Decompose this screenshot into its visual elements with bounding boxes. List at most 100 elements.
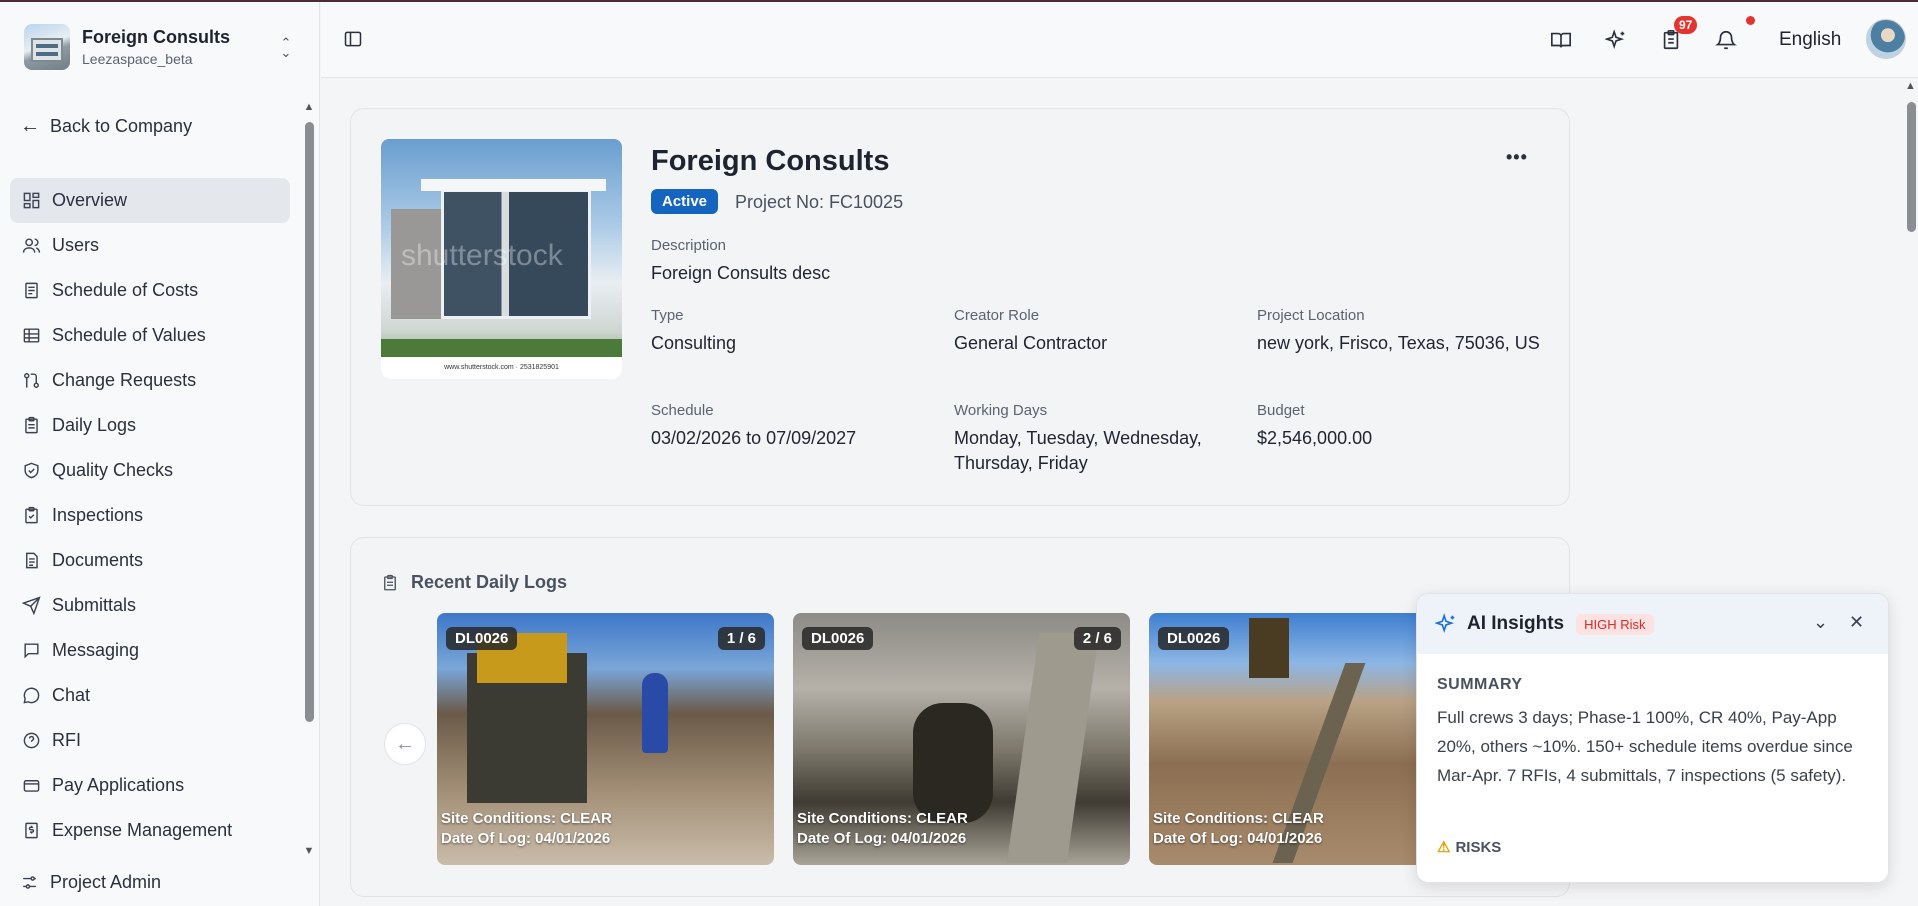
status-badge: Active xyxy=(651,189,719,214)
sidebar-item-inspections[interactable]: Inspections xyxy=(10,493,290,538)
log-date: Date Of Log: 04/01/2026 xyxy=(1153,830,1323,847)
sidebar-item-chat[interactable]: Chat xyxy=(10,673,290,718)
notifications-button[interactable] xyxy=(1715,29,1739,53)
sidebar-item-schedule-of-values[interactable]: Schedule of Values xyxy=(10,313,290,358)
risks-section-header[interactable]: ⚠ RISKS xyxy=(1437,838,1501,857)
company-name: Foreign Consults xyxy=(82,27,230,47)
git-compare-icon xyxy=(20,370,42,392)
close-button[interactable]: ✕ xyxy=(1849,612,1864,633)
file-text-icon xyxy=(20,550,42,572)
sidebar-toggle-button[interactable] xyxy=(343,29,363,49)
sidebar-item-users[interactable]: Users xyxy=(10,223,290,268)
sidebar-item-submittals[interactable]: Submittals xyxy=(10,583,290,628)
sidebar-item-label: Schedule of Costs xyxy=(52,280,199,300)
language-selector[interactable]: English xyxy=(1779,29,1841,51)
sliders-icon xyxy=(20,873,42,892)
sidebar-item-schedule-of-costs[interactable]: Schedule of Costs xyxy=(10,268,290,313)
carousel-prev-button[interactable]: ← xyxy=(384,723,426,765)
chevrons-up-down-icon[interactable]: ⌃ ⌄ xyxy=(276,32,296,62)
clipboard-check-icon xyxy=(20,505,42,527)
sidebar-item-documents[interactable]: Documents xyxy=(10,538,290,583)
description-field: Description Foreign Consults desc xyxy=(651,237,1251,286)
back-to-company-link[interactable]: ← Back to Company xyxy=(20,115,192,138)
sidebar-item-change-requests[interactable]: Change Requests xyxy=(10,358,290,403)
creator-role-field: Creator Role General Contractor xyxy=(954,307,1224,356)
company-logo xyxy=(24,24,70,70)
field-value: 03/02/2026 to 07/09/2027 xyxy=(651,428,857,448)
site-conditions: Site Conditions: CLEAR xyxy=(797,810,968,827)
log-id-tag: DL0026 xyxy=(802,627,874,650)
sidebar-item-expense-management[interactable]: Expense Management xyxy=(10,808,290,853)
help-circle-icon xyxy=(20,730,42,752)
clipboard-icon xyxy=(384,574,396,590)
sidebar-item-label: RFI xyxy=(52,730,81,750)
sidebar-item-label: Chat xyxy=(52,685,91,705)
sidebar-item-daily-logs[interactable]: Daily Logs xyxy=(10,403,290,448)
sidebar-item-label: Users xyxy=(52,235,100,255)
photo-index-tag: 1 / 6 xyxy=(717,627,765,650)
daily-log-photo[interactable]: DL0026 1 / 6 Site Conditions: CLEAR Date… xyxy=(437,613,774,865)
workspace-name: Leezaspace_beta xyxy=(82,51,193,67)
dollar-receipt-icon xyxy=(20,820,42,842)
document-icon xyxy=(20,280,42,302)
warning-icon: ⚠ xyxy=(1437,839,1451,856)
log-date: Date Of Log: 04/01/2026 xyxy=(797,830,967,847)
risk-level-badge: HIGH Risk xyxy=(1576,613,1654,635)
overview-icon xyxy=(20,190,42,212)
panel-left-icon xyxy=(344,31,362,47)
log-id-tag: DL0026 xyxy=(446,627,518,650)
project-overview-card: shutterstock www.shutterstock.com · 2531… xyxy=(350,108,1570,506)
summary-text: Full crews 3 days; Phase-1 100%, CR 40%,… xyxy=(1437,708,1853,785)
photo-caption: Site Conditions: CLEAR Date Of Log: 04/0… xyxy=(797,809,968,849)
sidebar-scrollbar[interactable]: ▲ ▼ xyxy=(301,100,317,858)
sidebar-item-quality-checks[interactable]: Quality Checks xyxy=(10,448,290,493)
field-label: Schedule xyxy=(651,402,714,419)
ai-sparkles-button[interactable] xyxy=(1604,29,1629,53)
main-scrollbar[interactable]: ▲ xyxy=(1903,80,1918,906)
log-id-tag: DL0026 xyxy=(1158,627,1230,650)
project-admin-link[interactable]: Project Admin xyxy=(20,872,161,893)
user-avatar[interactable] xyxy=(1866,19,1906,59)
budget-field: Budget $2,546,000.00 xyxy=(1257,402,1527,451)
window-top-border xyxy=(0,0,1918,2)
close-icon: ✕ xyxy=(1849,612,1865,632)
field-value: $2,546,000.00 xyxy=(1257,428,1373,448)
more-options-button[interactable]: ••• xyxy=(1506,147,1528,168)
sidebar-item-label: Change Requests xyxy=(52,370,197,390)
image-watermark: shutterstock xyxy=(401,239,563,272)
field-label: Project Location xyxy=(1257,307,1365,324)
sidebar-item-label: Messaging xyxy=(52,640,140,660)
sidebar-item-rfi[interactable]: RFI xyxy=(10,718,290,763)
ai-insights-header: AI Insights HIGH Risk ⌄ ✕ xyxy=(1417,594,1888,654)
clipboard-icon xyxy=(20,415,42,437)
sidebar: Foreign Consults Leezaspace_beta ⌃ ⌄ ← Ba… xyxy=(0,0,320,906)
ai-insights-panel: AI Insights HIGH Risk ⌄ ✕ SUMMARY Full c… xyxy=(1416,593,1889,883)
sparkles-icon xyxy=(1604,29,1625,50)
arrow-left-icon: ← xyxy=(395,733,415,755)
book-open-button[interactable] xyxy=(1550,29,1574,53)
project-admin-label: Project Admin xyxy=(50,872,162,892)
sidebar-item-pay-applications[interactable]: Pay Applications xyxy=(10,763,290,808)
company-switcher[interactable]: Foreign Consults Leezaspace_beta ⌃ ⌄ xyxy=(24,24,296,70)
scroll-up-arrow-icon[interactable]: ▲ xyxy=(1903,80,1918,94)
field-value: new york, Frisco, Texas, 75036, US xyxy=(1257,333,1540,353)
field-value: Foreign Consults desc xyxy=(651,263,831,283)
ai-insights-title: AI Insights xyxy=(1467,613,1565,634)
scrollbar-thumb[interactable] xyxy=(305,122,314,722)
collapse-button[interactable]: ⌄ xyxy=(1813,612,1828,633)
recent-daily-logs-card: Recent Daily Logs ← DL0026 1 / 6 Site Co… xyxy=(350,537,1570,897)
type-field: Type Consulting xyxy=(651,307,911,356)
sidebar-item-messaging[interactable]: Messaging xyxy=(10,628,290,673)
project-location-field: Project Location new york, Frisco, Texas… xyxy=(1257,307,1542,356)
scrollbar-thumb[interactable] xyxy=(1907,102,1916,232)
sidebar-nav: Overview Users Schedule of Costs Schedul… xyxy=(10,178,290,853)
message-square-icon xyxy=(20,640,42,662)
working-days-field: Working Days Monday, Tuesday, Wednesday,… xyxy=(954,402,1229,476)
sidebar-item-overview[interactable]: Overview xyxy=(10,178,290,223)
daily-log-photo[interactable]: DL0026 2 / 6 Site Conditions: CLEAR Date… xyxy=(793,613,1130,865)
scroll-up-arrow-icon[interactable]: ▲ xyxy=(301,100,317,114)
tasks-count-badge: 97 xyxy=(1674,16,1698,34)
field-value: Monday, Tuesday, Wednesday, Thursday, Fr… xyxy=(954,428,1202,473)
scroll-down-arrow-icon[interactable]: ▼ xyxy=(301,844,317,858)
bell-icon xyxy=(1715,31,1737,50)
